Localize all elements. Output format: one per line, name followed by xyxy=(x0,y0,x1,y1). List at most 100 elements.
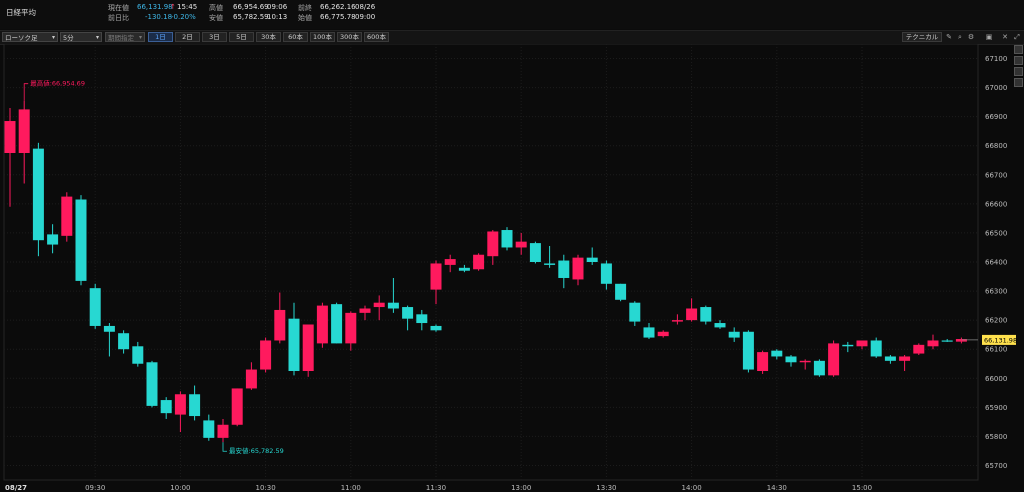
last-price-text: 66,131.98 xyxy=(984,336,1017,344)
side-tool-icon[interactable] xyxy=(1014,56,1023,65)
candle-body xyxy=(913,344,925,354)
x-tick-label: 14:00 xyxy=(682,484,702,492)
chevron-down-icon: ▾ xyxy=(51,34,55,41)
candle-body xyxy=(132,346,144,364)
candle-body xyxy=(288,318,300,371)
y-tick-label: 66200 xyxy=(985,317,1007,325)
candle-body xyxy=(444,259,456,265)
side-tool-icon[interactable] xyxy=(1014,67,1023,76)
y-tick-label: 66900 xyxy=(985,113,1007,121)
candle-body xyxy=(515,241,527,248)
x-tick-label: 09:30 xyxy=(85,484,105,492)
candle-body xyxy=(828,343,840,376)
candle-body xyxy=(927,340,939,347)
chart-side-tools xyxy=(1013,44,1024,134)
interval-label: 5分 xyxy=(63,34,74,42)
x-tick-label: 13:00 xyxy=(511,484,531,492)
y-tick-label: 66300 xyxy=(985,288,1007,296)
prev-close-value: 66,262.16 xyxy=(320,3,356,11)
candle-body xyxy=(373,302,385,308)
candle-body xyxy=(217,424,229,438)
candle-body xyxy=(189,394,201,417)
candle-body xyxy=(785,356,797,363)
chevron-down-icon: ▾ xyxy=(138,34,142,41)
settings-icon[interactable]: ⚙ xyxy=(966,32,976,42)
chart-type-select[interactable]: ローソク足 ▾ xyxy=(2,32,58,42)
chart-type-label: ローソク足 xyxy=(5,34,38,42)
chart-toolbar: ローソク足 ▾ 5分 ▾ 期間指定 ▾ 1日 2日 3日 5日 30本 60本 … xyxy=(0,30,1024,45)
candle-body xyxy=(714,323,726,328)
candle-body xyxy=(615,283,627,300)
candle-body xyxy=(18,109,30,153)
current-value: 66,131.98 xyxy=(137,3,173,11)
candlestick-chart[interactable]: 66,131.98 最高値:66,954.69 最安値:65,782.59 6570… xyxy=(0,44,1024,492)
candle-body xyxy=(260,340,272,370)
candle-body xyxy=(61,196,73,236)
y-tick-label: 65700 xyxy=(985,462,1007,470)
candle-body xyxy=(842,344,854,347)
y-tick-label: 66100 xyxy=(985,346,1007,354)
candle-body xyxy=(813,360,825,376)
candle-body xyxy=(955,339,967,342)
candle-body xyxy=(657,331,669,337)
candle-body xyxy=(544,263,556,265)
candle-body xyxy=(387,302,399,309)
side-tool-icon[interactable] xyxy=(1014,45,1023,54)
y-tick-label: 65800 xyxy=(985,433,1007,441)
interval-select[interactable]: 5分 ▾ xyxy=(60,32,102,42)
candle-body xyxy=(89,288,101,326)
candle-body xyxy=(487,231,499,257)
y-tick-label: 66000 xyxy=(985,375,1007,383)
candle-body xyxy=(75,199,87,281)
candle-body xyxy=(4,121,16,153)
range-600bars-button[interactable]: 600本 xyxy=(364,32,389,42)
zoom-icon[interactable]: ⌕ xyxy=(955,32,965,42)
range-3day-button[interactable]: 3日 xyxy=(202,32,227,42)
range-5day-button[interactable]: 5日 xyxy=(229,32,254,42)
low-annotation: 最安値:65,782.59 xyxy=(229,446,284,455)
candle-body xyxy=(572,257,584,280)
candle-body xyxy=(302,324,314,371)
candle-body xyxy=(359,308,371,313)
expand-icon[interactable]: ⤢ xyxy=(1012,32,1022,42)
open-label: 始値 xyxy=(298,14,312,22)
candle-body xyxy=(274,309,286,341)
range-100bars-button[interactable]: 100本 xyxy=(310,32,335,42)
candle-body xyxy=(643,327,655,338)
candle-body xyxy=(103,325,115,332)
candle-body xyxy=(231,388,243,425)
candle-body xyxy=(728,331,740,338)
side-tool-icon[interactable] xyxy=(1014,78,1023,87)
technical-button[interactable]: テクニカル xyxy=(902,32,942,42)
open-time: 09:00 xyxy=(355,13,376,21)
quote-header: 日経平均 現在値 66,131.98 ↑ 15:45 前日比 -130.18 -… xyxy=(0,0,1024,29)
candle-body xyxy=(558,260,570,278)
x-tick-label: 15:00 xyxy=(852,484,872,492)
high-annotation: 最高値:66,954.69 xyxy=(30,79,85,88)
candle-body xyxy=(245,369,257,389)
y-tick-label: 66800 xyxy=(985,142,1007,150)
candle-body xyxy=(203,420,215,438)
pencil-icon[interactable]: ✎ xyxy=(944,32,954,42)
close-icon[interactable]: ✕ xyxy=(1000,32,1010,42)
candle-body xyxy=(430,325,442,331)
candle-body xyxy=(856,340,868,347)
candle-body xyxy=(870,340,882,357)
range-2day-button[interactable]: 2日 xyxy=(175,32,200,42)
range-1day-button[interactable]: 1日 xyxy=(148,32,173,42)
open-value: 66,775.78 xyxy=(320,13,356,21)
range-60bars-button[interactable]: 60本 xyxy=(283,32,308,42)
range-300bars-button[interactable]: 300本 xyxy=(337,32,362,42)
candle-body xyxy=(146,362,158,406)
period-select[interactable]: 期間指定 ▾ xyxy=(105,32,145,42)
x-tick-label: 11:00 xyxy=(341,484,361,492)
prev-close-date: 08/26 xyxy=(355,3,376,11)
y-tick-label: 66600 xyxy=(985,200,1007,208)
range-30bars-button[interactable]: 30本 xyxy=(256,32,281,42)
save-icon[interactable]: ▣ xyxy=(984,32,994,42)
current-label: 現在値 xyxy=(108,4,129,12)
candle-body xyxy=(771,350,783,357)
candle-body xyxy=(174,394,186,415)
candle-body xyxy=(884,356,896,361)
candle-body xyxy=(686,308,698,321)
